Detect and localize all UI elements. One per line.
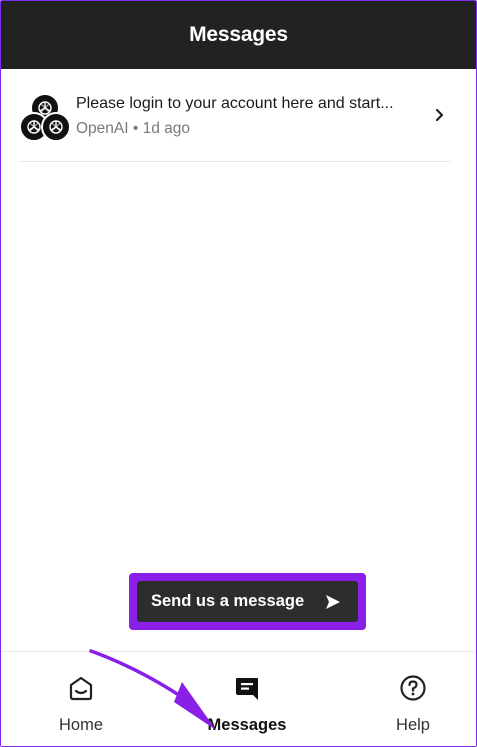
chevron-right-icon: [435, 108, 444, 122]
nav-label-messages: Messages: [207, 716, 287, 734]
conversation-time: 1d ago: [142, 120, 191, 137]
conversation-meta: OpenAI • 1d ago: [76, 120, 426, 138]
nav-label-help: Help: [396, 716, 430, 734]
help-icon: [400, 675, 426, 701]
nav-label-home: Home: [58, 716, 103, 734]
send-message-button[interactable]: Send us a message: [137, 581, 358, 622]
send-arrow-icon: [326, 594, 340, 609]
nav-item-messages[interactable]: Messages: [177, 652, 317, 746]
nav-item-home[interactable]: Home: [11, 652, 151, 746]
conversation-sender: OpenAI: [76, 120, 129, 137]
conversation-item[interactable]: Please login to your account here and st…: [19, 87, 451, 162]
page-title: Messages: [189, 23, 288, 46]
home-icon: [69, 676, 93, 701]
meta-separator: •: [132, 120, 139, 137]
messages-icon: [236, 678, 258, 700]
conversation-title: Please login to your account here and st…: [76, 95, 394, 112]
page-header: Messages: [1, 1, 476, 69]
app-frame: Messages Please login to your account he…: [0, 0, 477, 747]
nav-item-help[interactable]: Help: [343, 652, 476, 746]
openai-logo-icon: [41, 112, 71, 142]
bottom-nav: Home Messages Help: [1, 651, 476, 746]
conversation-text: Please login to your account here and st…: [76, 95, 426, 138]
send-button-label: Send us a message: [151, 592, 305, 610]
send-button-highlight: Send us a message: [129, 573, 366, 630]
avatar-group: [19, 93, 71, 143]
